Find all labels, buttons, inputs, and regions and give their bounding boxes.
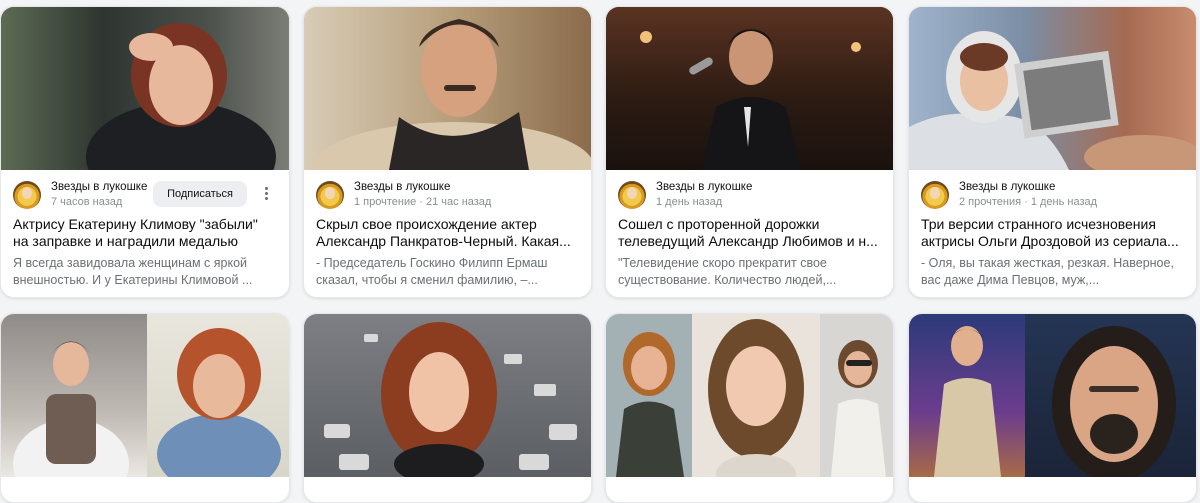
article-card[interactable]: [0, 313, 290, 503]
channel-avatar[interactable]: [921, 181, 949, 209]
article-stats: 2 прочтения · 1 день назад: [959, 196, 1098, 208]
article-thumbnail[interactable]: [1, 7, 289, 170]
photo-illustration: [616, 319, 886, 477]
channel-name[interactable]: Звезды в лукошке: [354, 181, 450, 193]
article-title[interactable]: Актрису Екатерину Климову "забыли" на за…: [13, 216, 277, 250]
article-stats: 7 часов назад: [51, 196, 123, 208]
article-card[interactable]: [303, 313, 592, 503]
photo-illustration: [324, 322, 577, 477]
article-thumbnail[interactable]: [909, 314, 1196, 477]
channel-avatar[interactable]: [618, 181, 646, 209]
article-card[interactable]: Звезды в лукошке 1 прочтение · 21 час на…: [303, 6, 592, 298]
channel-name[interactable]: Звезды в лукошке: [656, 181, 752, 193]
article-stats: 1 день назад: [656, 196, 723, 208]
channel-avatar[interactable]: [316, 181, 344, 209]
photo-illustration: [640, 29, 861, 170]
article-thumbnail[interactable]: [606, 314, 893, 477]
photo-illustration: [909, 31, 1196, 170]
photo-illustration: [314, 19, 591, 170]
photo-illustration: [13, 328, 281, 477]
photo-illustration: [934, 326, 1176, 477]
channel-avatar[interactable]: [13, 181, 41, 209]
article-title[interactable]: Три версии странного исчезновения актрис…: [921, 216, 1184, 250]
channel-name[interactable]: Звезды в лукошке: [959, 181, 1055, 193]
article-title[interactable]: Сошел с проторенной дорожки телеведущий …: [618, 216, 881, 250]
article-thumbnail[interactable]: [909, 7, 1196, 170]
article-card[interactable]: [605, 313, 894, 503]
more-options-icon[interactable]: [263, 185, 269, 203]
article-card[interactable]: Звезды в лукошке 2 прочтения · 1 день на…: [908, 6, 1197, 298]
photo-illustration: [86, 23, 276, 170]
article-snippet: - Председатель Госкино Филипп Ермаш сказ…: [316, 256, 548, 287]
channel-name[interactable]: Звезды в лукошке: [51, 181, 147, 193]
article-snippet: - Оля, вы такая жесткая, резкая. Наверно…: [921, 256, 1174, 287]
article-card[interactable]: Звезды в лукошке 1 день назад Сошел с пр…: [605, 6, 894, 298]
article-stats: 1 прочтение · 21 час назад: [354, 196, 492, 208]
article-card[interactable]: [908, 313, 1197, 503]
article-snippet: Я всегда завидовала женщинам с яркой вне…: [13, 256, 253, 287]
article-thumbnail[interactable]: [606, 7, 893, 170]
article-card[interactable]: Звезды в лукошке 7 часов назад Подписать…: [0, 6, 290, 298]
article-thumbnail[interactable]: [304, 7, 591, 170]
article-snippet: "Телевидение скоро прекратит свое сущест…: [618, 256, 837, 287]
article-title[interactable]: Скрыл свое происхождение актер Александр…: [316, 216, 579, 250]
subscribe-button[interactable]: Подписаться: [153, 181, 247, 207]
article-thumbnail[interactable]: [1, 314, 289, 477]
article-thumbnail[interactable]: [304, 314, 591, 477]
